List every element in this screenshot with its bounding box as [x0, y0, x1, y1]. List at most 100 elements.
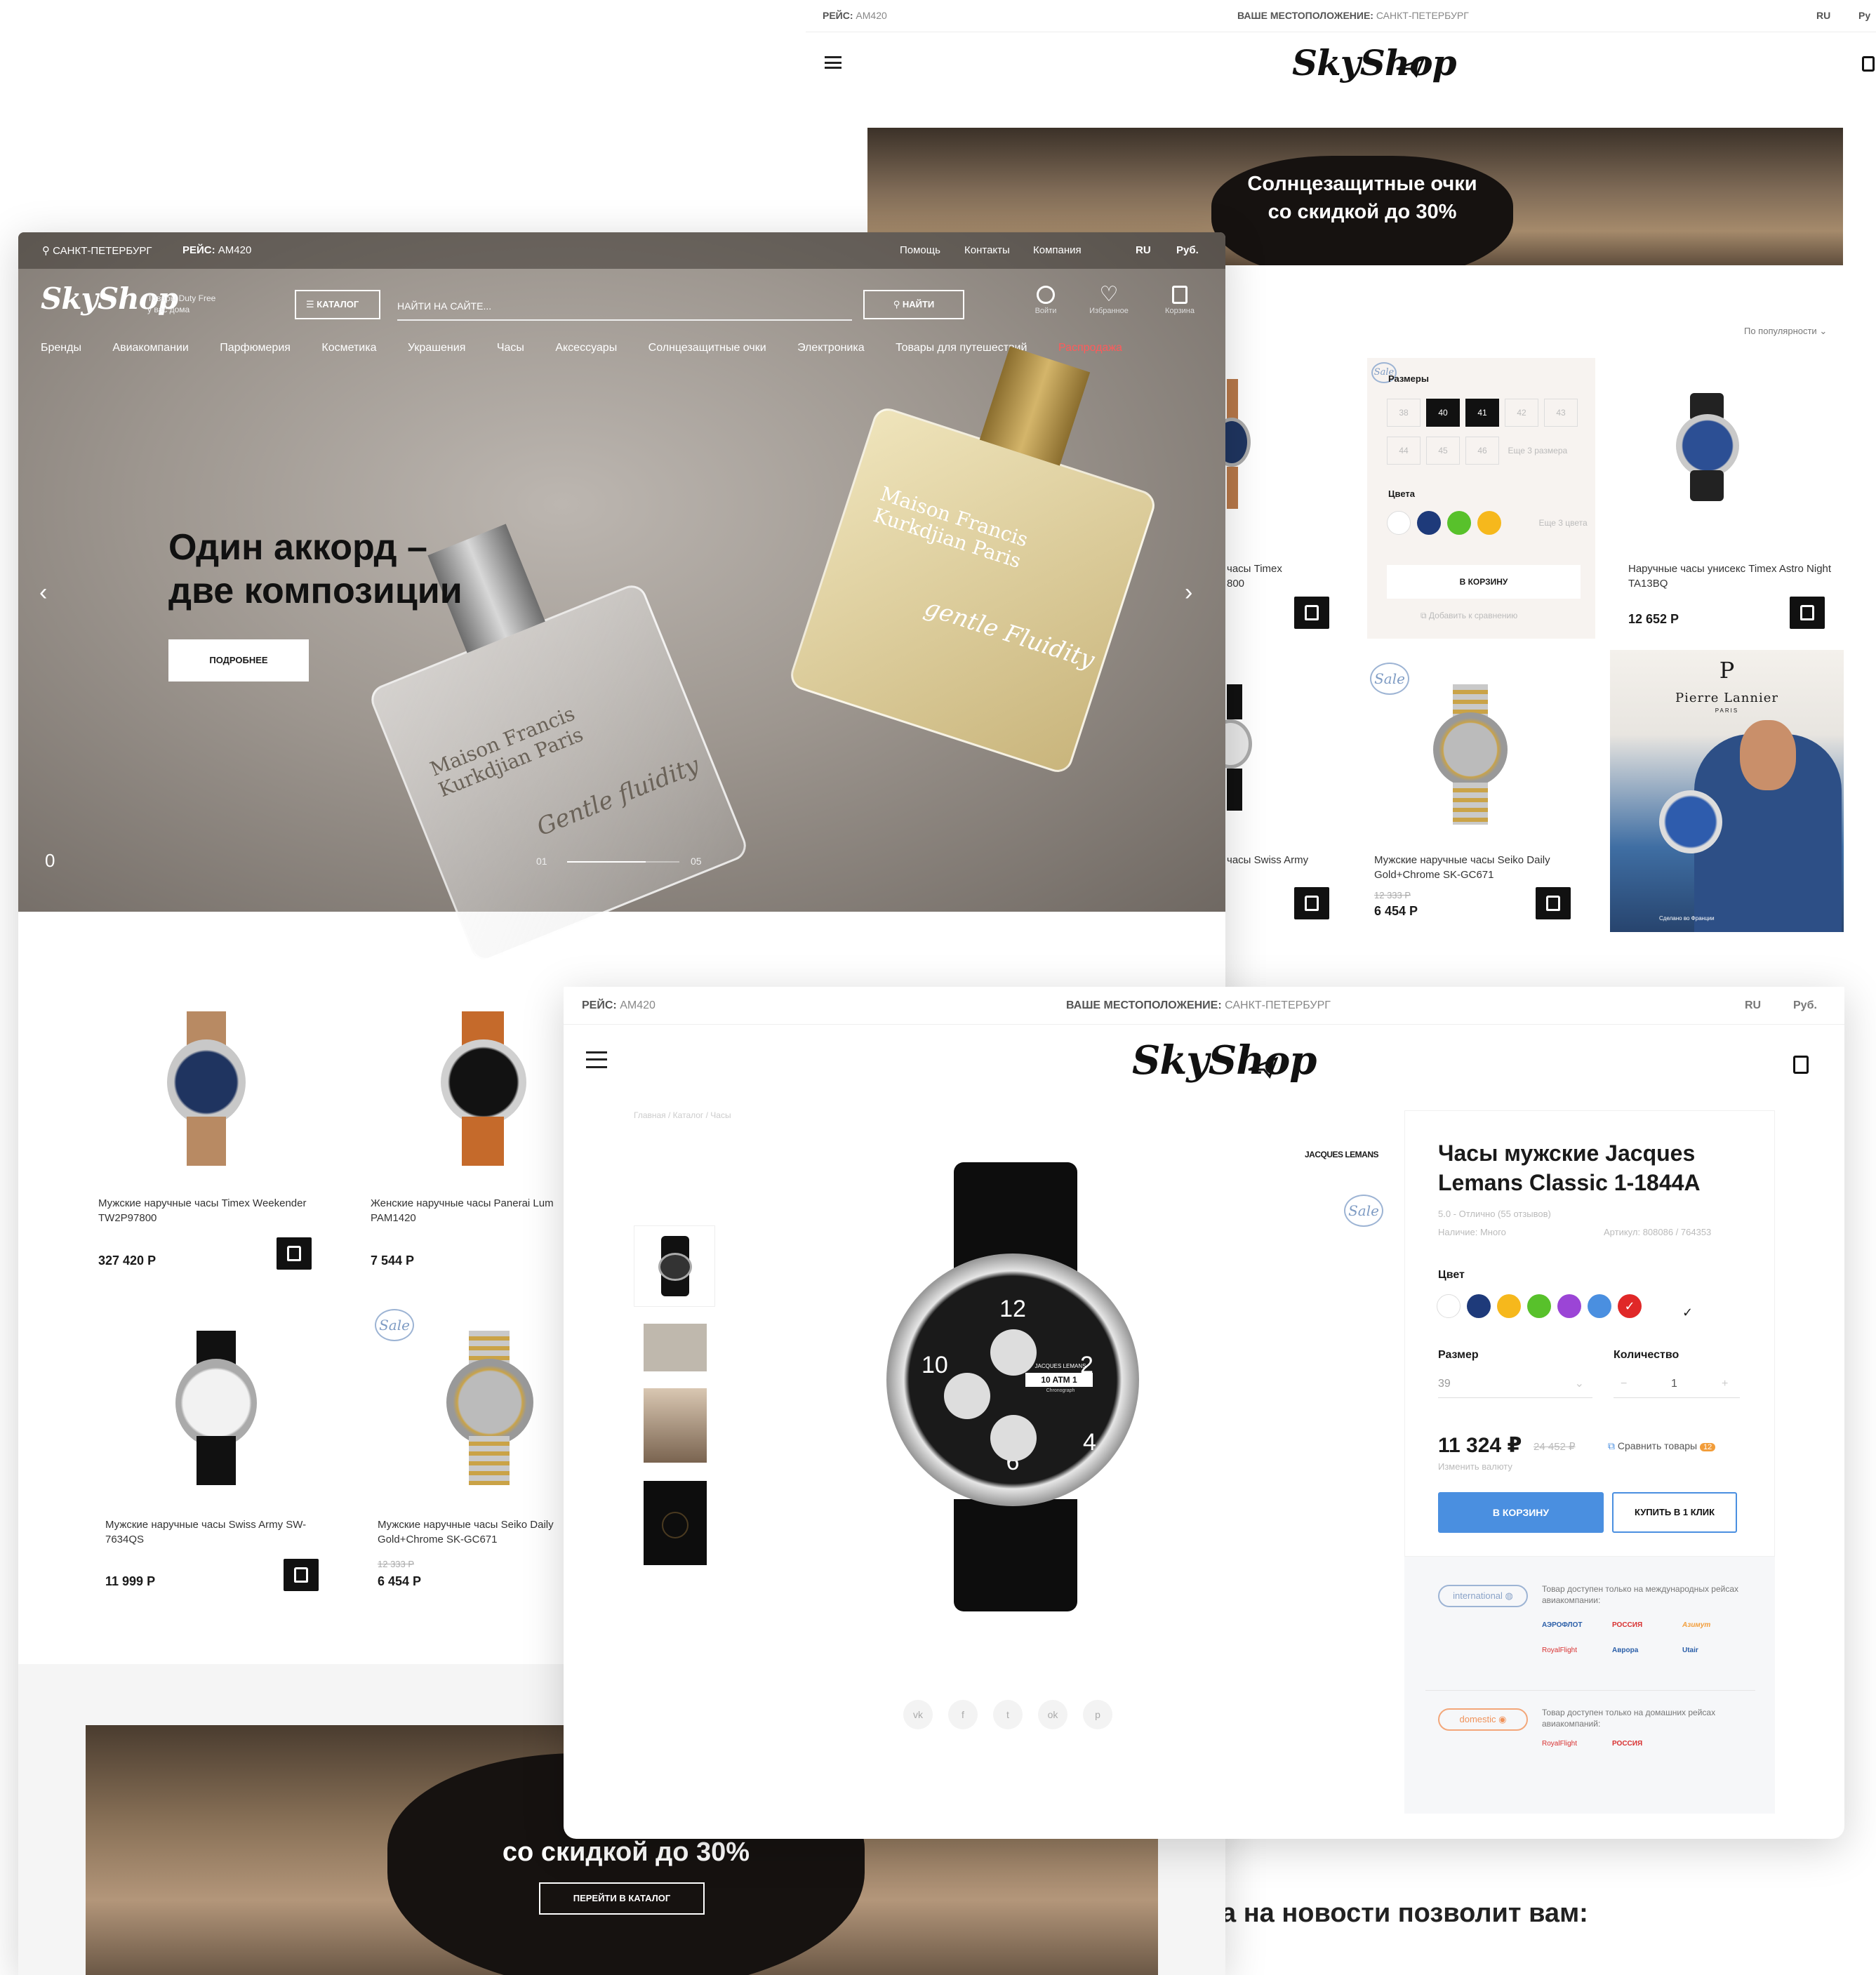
size-chip[interactable]: 45 — [1426, 437, 1460, 465]
compare-link[interactable]: ⧉ Сравнить товары 12 — [1608, 1440, 1716, 1452]
filter-cart-button[interactable]: В КОРЗИНУ — [1387, 565, 1581, 599]
color-swatch-navy[interactable] — [1417, 511, 1441, 535]
color-swatch-white[interactable] — [1437, 1294, 1461, 1318]
color-swatch-blue[interactable] — [1588, 1294, 1611, 1318]
size-chip[interactable]: 38 — [1387, 399, 1421, 427]
add-to-cart-button[interactable] — [1294, 887, 1329, 919]
nav-airlines[interactable]: Авиакомпании — [112, 342, 188, 354]
twitter-icon[interactable]: t — [993, 1700, 1023, 1729]
thumbnail-2[interactable] — [644, 1324, 707, 1371]
nav-sunglasses[interactable]: Солнцезащитные очки — [648, 342, 766, 354]
flight-label: РЕЙС: — [182, 244, 215, 256]
color-swatch-purple[interactable] — [1557, 1294, 1581, 1318]
currency-switch[interactable]: Ру — [1858, 10, 1870, 21]
catalog-button[interactable]: ☰ КАТАЛОГ — [295, 290, 380, 319]
thumbnail-4[interactable] — [644, 1481, 707, 1565]
hero-more-button[interactable]: ПОДРОБНЕЕ — [168, 639, 309, 681]
minus-icon[interactable]: − — [1621, 1370, 1627, 1398]
change-currency-link[interactable]: Изменить валюту — [1438, 1461, 1512, 1472]
product-card-seiko[interactable] — [442, 1331, 540, 1492]
cart-button[interactable]: Корзина — [1155, 286, 1204, 315]
slider-next-arrow[interactable]: › — [1185, 579, 1192, 606]
site-logo[interactable]: SkyShop — [1132, 1037, 1317, 1084]
cart-icon[interactable] — [1793, 1056, 1809, 1074]
brand-logo[interactable]: JACQUES LEMANS — [1305, 1150, 1379, 1159]
product-main-image[interactable]: 12 10 2 4 6 10 ATM 1 JACQUES LEMANS Chro… — [886, 1162, 1181, 1611]
size-chip[interactable]: 41 — [1465, 399, 1499, 427]
add-to-cart-button[interactable] — [1790, 597, 1825, 629]
product-card-seiko[interactable] — [1423, 684, 1522, 825]
product-name: Мужские наручные часы Timex Weekender TW… — [98, 1197, 307, 1224]
go-to-catalog-button[interactable]: ПЕРЕЙТИ В КАТАЛОГ — [539, 1882, 705, 1915]
product-partial-1[interactable] — [1213, 379, 1251, 512]
quantity-stepper[interactable]: − 1 + — [1614, 1370, 1740, 1398]
odnoklassniki-icon[interactable]: ok — [1038, 1700, 1067, 1729]
brand-ad-card[interactable]: P Pierre Lannier PARIS Сделано во Франци… — [1610, 650, 1844, 932]
slide-progress[interactable] — [567, 861, 679, 863]
hamburger-icon[interactable] — [586, 1051, 607, 1068]
lang-switch[interactable]: RU — [1136, 244, 1151, 256]
compare-link[interactable]: ⧉ Добавить к сравнению — [1421, 611, 1517, 621]
buy-one-click-button[interactable]: КУПИТЬ В 1 КЛИК — [1612, 1492, 1737, 1533]
facebook-icon[interactable]: f — [948, 1700, 978, 1729]
size-chip[interactable]: 40 — [1426, 399, 1460, 427]
size-chip[interactable]: 46 — [1465, 437, 1499, 465]
heart-icon: ♡ — [1099, 283, 1119, 306]
city[interactable]: САНКТ-ПЕТЕРБУРГ — [53, 245, 152, 257]
color-swatch-green[interactable] — [1527, 1294, 1551, 1318]
color-swatch-white[interactable] — [1387, 511, 1411, 535]
site-logo[interactable]: SkyShop — [1292, 42, 1457, 84]
size-select[interactable]: 39 ⌄ — [1438, 1370, 1592, 1398]
currency-switch[interactable]: Руб. — [1176, 244, 1199, 256]
color-swatch-navy[interactable] — [1467, 1294, 1491, 1318]
vk-icon[interactable]: vk — [903, 1700, 933, 1729]
login-button[interactable]: Войти — [1025, 286, 1067, 315]
lang-switch[interactable]: RU — [1816, 10, 1830, 21]
size-chip[interactable]: 44 — [1387, 437, 1421, 465]
favorites-button[interactable]: ♡ Избранное — [1081, 283, 1137, 316]
color-swatch-red[interactable]: ✓ — [1618, 1294, 1642, 1318]
color-swatch-green[interactable] — [1447, 511, 1471, 535]
currency-switch[interactable]: Руб. — [1793, 999, 1817, 1012]
cart-icon[interactable] — [1862, 56, 1875, 72]
thumbnail-1[interactable] — [634, 1225, 715, 1307]
color-swatch-yellow[interactable] — [1477, 511, 1501, 535]
thumbnail-3[interactable] — [644, 1388, 707, 1463]
add-to-cart-button[interactable] — [1294, 597, 1329, 629]
nav-perfume[interactable]: Парфюмерия — [220, 342, 291, 354]
add-to-cart-button[interactable] — [1536, 887, 1571, 919]
search-button[interactable]: ⚲ НАЙТИ — [863, 290, 964, 319]
nav-watches[interactable]: Часы — [497, 342, 524, 354]
product-partial-2[interactable] — [1209, 684, 1255, 825]
nav-cosmetics[interactable]: Косметика — [321, 342, 376, 354]
link-contacts[interactable]: Контакты — [964, 244, 1010, 256]
search-input[interactable]: НАЙТИ НА САЙТЕ... — [397, 291, 852, 321]
lang-switch[interactable]: RU — [1745, 999, 1761, 1012]
hamburger-icon[interactable] — [825, 56, 841, 69]
brand-name: Pierre Lannier — [1675, 691, 1778, 705]
rating[interactable]: 5.0 - Отлично (55 отзывов) — [1438, 1209, 1551, 1219]
link-help[interactable]: Помощь — [900, 244, 940, 256]
nav-accessories[interactable]: Аксессуары — [555, 342, 617, 354]
plus-icon[interactable]: + — [1722, 1370, 1728, 1398]
nav-sale[interactable]: Распродажа — [1058, 342, 1122, 354]
more-colors-link[interactable]: Еще 3 цвета — [1538, 518, 1587, 528]
add-to-cart-button[interactable]: В КОРЗИНУ — [1438, 1492, 1604, 1533]
slider-prev-arrow[interactable]: ‹ — [39, 579, 47, 606]
product-card-swiss-army[interactable] — [168, 1331, 267, 1492]
product-card-timex-weekender[interactable] — [166, 1011, 250, 1173]
breadcrumb[interactable]: Главная / Каталог / Часы — [634, 1110, 731, 1120]
size-chip[interactable]: 42 — [1505, 399, 1538, 427]
pinterest-icon[interactable]: p — [1083, 1700, 1112, 1729]
link-company[interactable]: Компания — [1033, 244, 1082, 256]
sort-dropdown[interactable]: По популярности ⌄ — [1744, 326, 1827, 337]
nav-electronics[interactable]: Электроника — [797, 342, 865, 354]
add-to-cart-button[interactable] — [277, 1237, 312, 1270]
nav-jewelry[interactable]: Украшения — [408, 342, 465, 354]
nav-brands[interactable]: Бренды — [41, 342, 81, 354]
color-swatch-yellow[interactable] — [1497, 1294, 1521, 1318]
size-chip[interactable]: 43 — [1544, 399, 1578, 427]
add-to-cart-button[interactable] — [284, 1559, 319, 1591]
product-card-panerai[interactable] — [437, 1011, 535, 1173]
more-sizes-link[interactable]: Еще 3 размера — [1508, 446, 1567, 455]
